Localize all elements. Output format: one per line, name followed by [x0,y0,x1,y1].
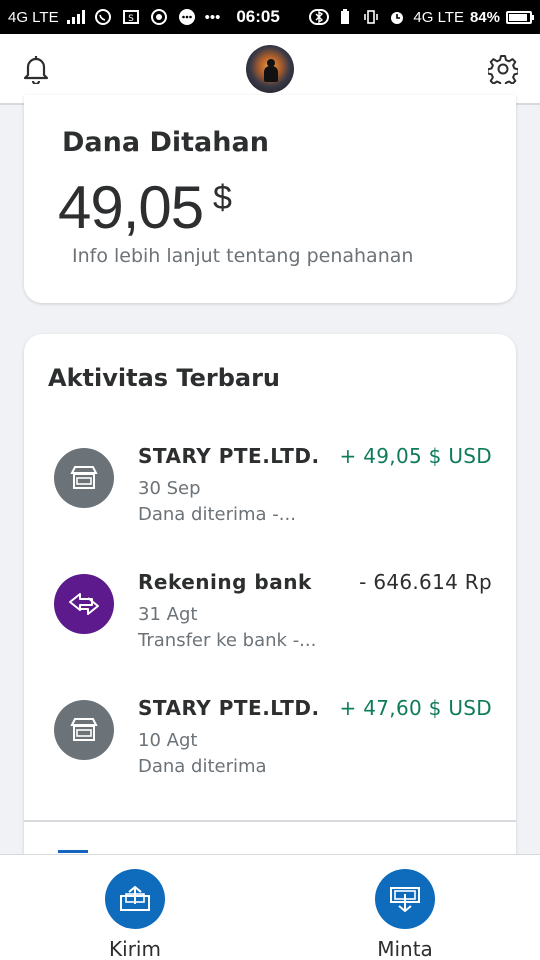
status-bar: 4G LTE S ••• 06:05 4G LTE 84% [0,0,540,34]
held-funds-currency: $ [213,179,232,217]
whatsapp-icon [93,7,113,27]
network-label-right: 4G LTE [413,8,464,26]
bell-icon[interactable] [22,54,50,84]
activity-item[interactable]: Rekening bank 31 Agt Transfer ke bank -.… [24,562,516,662]
signal-icon [66,10,85,24]
request-icon [375,869,435,929]
activity-amount: + 47,60 $ USD [339,696,492,720]
alarm-icon [387,7,407,27]
activity-desc: Dana diterima -... [138,504,296,525]
send-label: Kirim [109,937,161,960]
activity-date: 31 Agt [138,604,198,625]
battery-icon [506,10,534,24]
chrome-icon [149,7,169,27]
activity-item[interactable]: STARY PTE.LTD. 10 Agt Dana diterima + 47… [24,688,516,788]
clock: 06:05 [236,7,280,26]
svg-text:S: S [128,14,134,24]
activity-date: 10 Agt [138,730,198,751]
store-icon [54,700,114,760]
activity-name: Rekening bank [138,570,312,594]
activity-amount: + 49,05 $ USD [339,444,492,468]
gear-icon[interactable] [488,54,518,84]
store-icon [54,448,114,508]
activity-desc: Transfer ke bank -... [138,630,317,651]
messenger-icon [177,7,197,27]
activity-amount: - 646.614 Rp [359,570,492,594]
activity-name: STARY PTE.LTD. [138,696,320,720]
activity-desc: Dana diterima [138,756,267,777]
request-button[interactable]: Minta [345,869,465,960]
held-info-link[interactable]: Info lebih lanjut tentang penahanan [72,245,413,267]
send-icon [105,869,165,929]
activity-name: STARY PTE.LTD. [138,444,320,468]
held-funds-title: Dana Ditahan [62,127,269,158]
activity-item[interactable]: STARY PTE.LTD. 30 Sep Dana diterima -...… [24,436,516,536]
avatar[interactable] [246,45,294,93]
notification-icon: S [121,7,141,27]
recent-activity-card: Aktivitas Terbaru STARY PTE.LTD. 30 Sep … [24,334,516,894]
vibrate-icon [361,7,381,27]
request-label: Minta [377,937,433,960]
held-funds-amount: 49,05 [58,174,204,241]
battery-percent: 84% [469,8,500,26]
activity-title: Aktivitas Terbaru [48,364,281,392]
battery-saver-icon [335,7,355,27]
transfer-icon [54,574,114,634]
divider [24,820,516,822]
held-funds-card: Dana Ditahan 49,05 $ Info lebih lanjut t… [24,95,516,303]
bluetooth-icon [309,7,330,27]
network-label-left: 4G LTE [8,8,59,26]
next-section-peek [58,850,88,853]
send-button[interactable]: Kirim [75,869,195,960]
activity-date: 30 Sep [138,478,201,499]
bottom-nav: Kirim Minta [0,854,540,960]
more-icon: ••• [204,8,221,26]
